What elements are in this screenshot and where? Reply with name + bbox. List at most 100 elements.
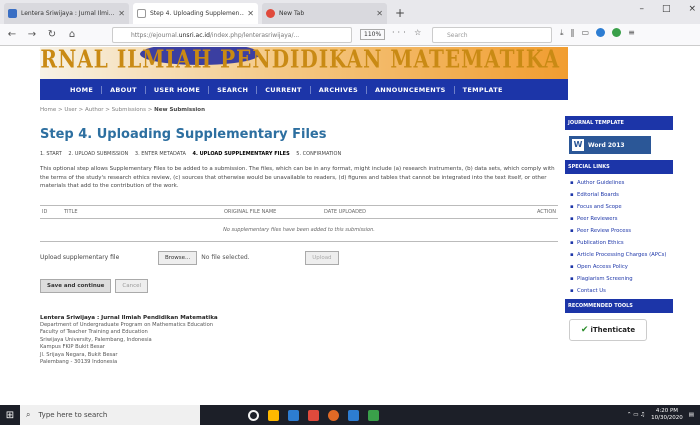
extension-icon[interactable] — [612, 28, 622, 37]
step-start[interactable]: 1. START — [40, 151, 62, 157]
menu-search[interactable]: SEARCH — [209, 85, 258, 94]
special-links-list: Author Guidelines Editorial Boards Focus… — [565, 174, 673, 299]
sidebar-link[interactable]: Editorial Boards — [569, 189, 669, 201]
download-icon[interactable]: ⤓ — [560, 28, 564, 38]
app-icon[interactable] — [308, 409, 319, 421]
menu-archives[interactable]: ARCHIVES — [311, 85, 367, 94]
crumb-user[interactable]: User — [64, 107, 77, 113]
col-date: DATE UPLOADED — [322, 204, 416, 219]
tab-favicon — [8, 9, 17, 18]
tab-favicon — [266, 9, 275, 18]
tray-icons[interactable]: ⌃ ▭ ♫ — [627, 412, 645, 418]
sidebar-link[interactable]: Publication Ethics — [569, 237, 669, 249]
tab-title: Lentera Sriwijaya : Jurnal Ilmi... — [21, 10, 115, 17]
save-continue-button[interactable]: Save and continue — [40, 278, 112, 293]
taskbar-search-placeholder: Type here to search — [38, 411, 108, 419]
page-actions-icon[interactable]: ··· ☆ — [392, 28, 424, 37]
menu-announcements[interactable]: ANNOUNCEMENTS — [367, 85, 455, 94]
windows-start-icon[interactable]: ⊞ — [0, 405, 20, 425]
tab-new[interactable]: New Tab ✕ — [262, 3, 387, 24]
reload-icon[interactable]: ↻ — [44, 29, 60, 40]
app-icon[interactable] — [368, 409, 379, 421]
sidebar-link[interactable]: Focus and Scope — [569, 201, 669, 213]
menu-current[interactable]: CURRENT — [257, 85, 311, 94]
sidebar-heading: JOURNAL TEMPLATE — [565, 116, 673, 130]
submission-steps: 1. START 2. UPLOAD SUBMISSION 3. ENTER M… — [40, 151, 558, 157]
table-empty-message: No supplementary files have been added t… — [40, 218, 558, 242]
step-description: This optional step allows Supplementary … — [40, 166, 555, 189]
clock[interactable]: 4:20 PM 10/30/2020 — [651, 408, 683, 422]
sidebar-link[interactable]: Contact Us — [569, 285, 669, 297]
footer-line: Department of Undergraduate Program on M… — [40, 321, 214, 328]
upload-row: Upload supplementary file Browse... No f… — [40, 250, 558, 265]
file-explorer-icon[interactable] — [268, 409, 279, 421]
minimize-button[interactable]: – — [639, 4, 644, 14]
menu-user-home[interactable]: USER HOME — [146, 85, 210, 94]
journal-footer: Lentera Sriwijaya : Jurnal Ilmiah Pendid… — [40, 315, 558, 367]
crumb-submissions[interactable]: Submissions — [112, 107, 146, 113]
store-icon[interactable] — [288, 409, 299, 421]
system-tray: ⌃ ▭ ♫ 4:20 PM 10/30/2020 ▤ — [627, 408, 694, 422]
file-status: No file selected. — [201, 254, 250, 261]
library-icon[interactable]: ‖ — [571, 28, 575, 38]
sidebar-icon[interactable]: ▭ — [582, 28, 590, 38]
col-title: TITLE — [62, 204, 222, 219]
crumb-home[interactable]: Home — [40, 107, 56, 113]
step-confirmation[interactable]: 5. CONFIRMATION — [296, 151, 341, 157]
sidebar-link[interactable]: Open Access Policy — [569, 261, 669, 273]
form-actions: Save and continue Cancel — [40, 278, 558, 293]
taskbar: ⊞ ⌕ Type here to search ⌃ ▭ ♫ 4:20 PM 10… — [0, 405, 700, 425]
col-file-name: ORIGINAL FILE NAME — [222, 204, 322, 219]
window-controls: – □ × — [639, 4, 696, 14]
crumb-new-submission[interactable]: New Submission — [154, 107, 205, 113]
close-icon[interactable]: ✕ — [376, 9, 383, 18]
browser-search-input[interactable]: Search — [432, 27, 552, 43]
footer-line: Jl. Srijaya Negara, Bukit Besar — [40, 351, 118, 358]
sidebar-heading: SPECIAL LINKS — [565, 160, 673, 174]
cortana-icon[interactable] — [248, 409, 259, 421]
cancel-button[interactable]: Cancel — [115, 278, 149, 293]
footer-line: Sriwijaya University, Palembang, Indones… — [40, 336, 152, 343]
extension-icon[interactable] — [596, 28, 606, 37]
menu-icon[interactable]: ≡ — [628, 28, 635, 38]
tab-supplementary[interactable]: Step 4. Uploading Supplemen... ✕ — [133, 3, 258, 24]
sidebar-link[interactable]: Plagiarism Screening — [569, 273, 669, 285]
sidebar-link[interactable]: Author Guidelines — [569, 177, 669, 189]
home-icon[interactable]: ⌂ — [64, 29, 80, 40]
taskbar-search[interactable]: ⌕ Type here to search — [20, 405, 200, 425]
maximize-button[interactable]: □ — [662, 4, 671, 14]
close-window-button[interactable]: × — [688, 4, 696, 14]
upload-button[interactable]: Upload — [305, 250, 339, 265]
notification-icon[interactable]: ▤ — [689, 412, 694, 418]
close-icon[interactable]: ✕ — [247, 9, 254, 18]
step-upload-supplementary: 4. UPLOAD SUPPLEMENTARY FILES — [192, 151, 290, 157]
zoom-indicator[interactable]: 110% — [360, 29, 386, 40]
word-template-link[interactable]: W Word 2013 — [569, 136, 651, 154]
sidebar-link[interactable]: Peer Reviewers — [569, 213, 669, 225]
new-tab-button[interactable]: + — [395, 6, 405, 20]
tab-lentera[interactable]: Lentera Sriwijaya : Jurnal Ilmi... ✕ — [4, 3, 129, 24]
supplementary-files-table: ID TITLE ORIGINAL FILE NAME DATE UPLOADE… — [40, 204, 558, 242]
browse-button[interactable]: Browse... — [158, 250, 198, 265]
sidebar-link[interactable]: Peer Review Process — [569, 225, 669, 237]
menu-home[interactable]: HOME — [62, 85, 103, 94]
ithenticate-link[interactable]: ✔ iThenticate — [569, 319, 647, 341]
sidebar-link[interactable]: Article Processing Charges (APCs) — [569, 249, 669, 261]
forward-icon[interactable]: → — [24, 29, 40, 40]
footer-line: Palembang - 30139 Indonesia — [40, 358, 118, 365]
firefox-icon[interactable] — [328, 409, 339, 421]
step-upload-submission[interactable]: 2. UPLOAD SUBMISSION — [68, 151, 128, 157]
word-icon: W — [572, 139, 584, 151]
close-icon[interactable]: ✕ — [118, 9, 125, 18]
word-app-icon[interactable] — [348, 409, 359, 421]
url-bar[interactable]: https://ejournal.unsri.ac.id/index.php/l… — [112, 27, 352, 43]
menu-template[interactable]: TEMPLATE — [455, 86, 511, 94]
page-content: JURNAL ILMIAH PENDIDIKAN MATEMATIKA HOME… — [0, 47, 700, 405]
browser-nav-bar: ← → ↻ ⌂ https://ejournal.unsri.ac.id/ind… — [0, 24, 700, 46]
back-icon[interactable]: ← — [4, 29, 20, 40]
clock-date: 10/30/2020 — [651, 415, 683, 421]
crumb-author[interactable]: Author — [85, 107, 104, 113]
step-enter-metadata[interactable]: 3. ENTER METADATA — [135, 151, 186, 157]
menu-about[interactable]: ABOUT — [102, 85, 146, 94]
upload-label: Upload supplementary file — [40, 254, 120, 261]
